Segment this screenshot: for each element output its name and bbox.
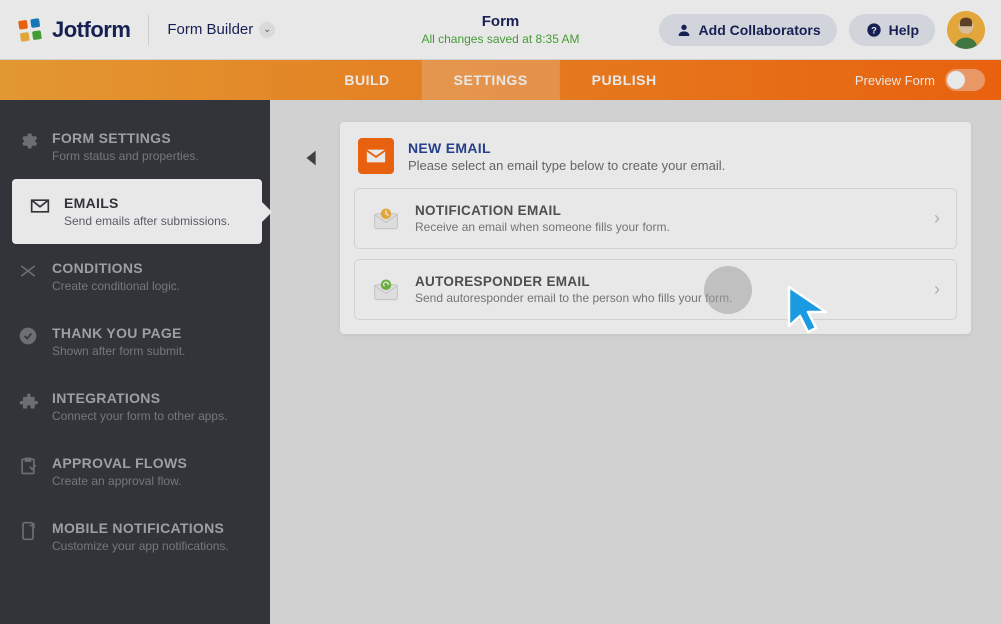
- sidebar-title: CONDITIONS: [52, 260, 180, 276]
- autoresponder-icon: [371, 275, 401, 305]
- chevron-right-icon: ›: [934, 279, 940, 300]
- sidebar-item-mobile-notifications[interactable]: MOBILE NOTIFICATIONS Customize your app n…: [0, 504, 270, 569]
- sidebar-item-emails[interactable]: EMAILS Send emails after submissions.: [12, 179, 262, 244]
- sidebar-desc: Form status and properties.: [52, 149, 199, 163]
- new-email-panel: NEW EMAIL Please select an email type be…: [340, 122, 971, 334]
- topbar: Jotform Form Builder ⌄ Form All changes …: [0, 0, 1001, 60]
- back-button[interactable]: [300, 142, 324, 174]
- tab-settings[interactable]: SETTINGS: [422, 60, 560, 100]
- check-circle-icon: [18, 326, 38, 346]
- sidebar-title: INTEGRATIONS: [52, 390, 227, 406]
- sidebar-item-conditions[interactable]: CONDITIONS Create conditional logic.: [0, 244, 270, 309]
- logo[interactable]: Jotform: [16, 16, 130, 44]
- help-label: Help: [889, 22, 919, 38]
- notification-icon: [371, 204, 401, 234]
- breadcrumb-label: Form Builder: [167, 21, 253, 38]
- option-title: NOTIFICATION EMAIL: [415, 203, 920, 218]
- autoresponder-email-option[interactable]: AUTORESPONDER EMAIL Send autoresponder e…: [354, 259, 957, 320]
- mail-icon: [358, 138, 394, 174]
- preview-toggle[interactable]: [945, 69, 985, 91]
- option-title: AUTORESPONDER EMAIL: [415, 274, 920, 289]
- mail-icon: [30, 196, 50, 216]
- tab-publish[interactable]: PUBLISH: [560, 60, 689, 100]
- sidebar-desc: Connect your form to other apps.: [52, 409, 227, 423]
- option-desc: Receive an email when someone fills your…: [415, 220, 920, 234]
- panel-title: NEW EMAIL: [408, 140, 725, 156]
- sidebar-item-thank-you[interactable]: THANK YOU PAGE Shown after form submit.: [0, 309, 270, 374]
- user-icon: [675, 21, 693, 39]
- preview-label: Preview Form: [855, 73, 935, 88]
- avatar[interactable]: [947, 11, 985, 49]
- sidebar-item-approval-flows[interactable]: APPROVAL FLOWS Create an approval flow.: [0, 439, 270, 504]
- settings-content: NEW EMAIL Please select an email type be…: [270, 100, 1001, 624]
- form-title-block: Form All changes saved at 8:35 AM: [421, 13, 579, 46]
- chevron-right-icon: ›: [934, 208, 940, 229]
- form-title[interactable]: Form: [421, 13, 579, 30]
- sidebar-item-integrations[interactable]: INTEGRATIONS Connect your form to other a…: [0, 374, 270, 439]
- form-builder-dropdown[interactable]: Form Builder ⌄: [167, 21, 275, 38]
- panel-desc: Please select an email type below to cre…: [408, 158, 725, 173]
- notification-email-option[interactable]: NOTIFICATION EMAIL Receive an email when…: [354, 188, 957, 249]
- logo-icon: [16, 16, 44, 44]
- add-collaborators-button[interactable]: Add Collaborators: [659, 14, 837, 46]
- gear-icon: [18, 131, 38, 151]
- divider: [148, 15, 149, 45]
- clipboard-check-icon: [18, 456, 38, 476]
- main-tabs: BUILD SETTINGS PUBLISH Preview Form: [0, 60, 1001, 100]
- save-status: All changes saved at 8:35 AM: [421, 32, 579, 46]
- collab-label: Add Collaborators: [699, 22, 821, 38]
- help-button[interactable]: ? Help: [849, 14, 935, 46]
- help-icon: ?: [865, 21, 883, 39]
- sidebar-title: APPROVAL FLOWS: [52, 455, 187, 471]
- sidebar-title: EMAILS: [64, 195, 230, 211]
- sidebar-desc: Shown after form submit.: [52, 344, 185, 358]
- puzzle-icon: [18, 391, 38, 411]
- sidebar-item-form-settings[interactable]: FORM SETTINGS Form status and properties.: [0, 114, 270, 179]
- sidebar-title: THANK YOU PAGE: [52, 325, 185, 341]
- settings-sidebar: FORM SETTINGS Form status and properties.…: [0, 100, 270, 624]
- svg-text:?: ?: [871, 25, 877, 35]
- chevron-down-icon: ⌄: [259, 22, 275, 38]
- sidebar-desc: Create an approval flow.: [52, 474, 187, 488]
- option-desc: Send autoresponder email to the person w…: [415, 291, 920, 305]
- brand-text: Jotform: [52, 17, 130, 43]
- sidebar-title: FORM SETTINGS: [52, 130, 199, 146]
- sidebar-title: MOBILE NOTIFICATIONS: [52, 520, 229, 536]
- tab-build[interactable]: BUILD: [312, 60, 421, 100]
- mobile-icon: [18, 521, 38, 541]
- sidebar-desc: Customize your app notifications.: [52, 539, 229, 553]
- sidebar-desc: Send emails after submissions.: [64, 214, 230, 228]
- branches-icon: [18, 261, 38, 281]
- sidebar-desc: Create conditional logic.: [52, 279, 180, 293]
